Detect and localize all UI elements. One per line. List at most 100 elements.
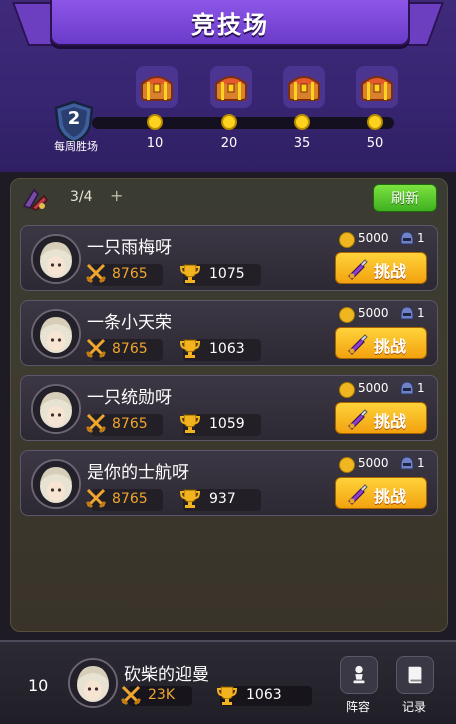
reward-chest-3[interactable] — [283, 66, 325, 108]
milestone-label: 20 — [220, 136, 238, 151]
milestone-label: 10 — [146, 136, 164, 151]
avatar-image — [70, 660, 116, 706]
opponent-card: 一只雨梅呀 8765 1075 5000 1 挑战 — [20, 225, 438, 291]
avatar[interactable] — [31, 384, 81, 434]
challenge-label: 挑战 — [374, 337, 407, 356]
trophy-icon — [179, 489, 201, 508]
player-name: 一条小天荣 — [87, 313, 172, 333]
challenge-cost: 5000 — [358, 381, 389, 395]
challenge-cost: 5000 — [358, 306, 389, 320]
challenge-button[interactable]: 挑战 — [335, 252, 427, 284]
trophy-value: 1063 — [209, 341, 245, 357]
header: 竞技场 10 20 35 50 2 每周胜场 — [0, 0, 456, 172]
avatar-image — [33, 386, 79, 432]
player-name: 一只雨梅呀 — [87, 238, 172, 258]
opponent-count: 1 — [417, 381, 425, 395]
opponent-card: 一只统勋呀 8765 1059 5000 1 挑战 — [20, 375, 438, 441]
coin-icon — [339, 307, 355, 323]
chest-icon — [215, 76, 247, 101]
milestone-label: 50 — [366, 136, 384, 151]
trophy-value: 937 — [209, 491, 236, 507]
power-value: 8765 — [112, 341, 148, 357]
player-name: 是你的士航呀 — [87, 463, 189, 483]
book-icon — [408, 666, 422, 684]
ticket-icon — [22, 188, 49, 211]
power-value: 8765 — [112, 266, 148, 282]
sword-icon — [348, 484, 368, 505]
my-power: 23K — [148, 687, 175, 703]
reward-chest-4[interactable] — [356, 66, 398, 108]
coin-icon — [339, 457, 355, 473]
trophy-value: 1059 — [209, 416, 245, 432]
crossed-swords-icon — [120, 685, 142, 706]
reward-chest-1[interactable] — [136, 66, 178, 108]
crossed-swords-icon — [85, 488, 107, 509]
challenge-button[interactable]: 挑战 — [335, 477, 427, 509]
milestone-label: 35 — [293, 136, 311, 151]
avatar-image — [33, 236, 79, 282]
my-name: 砍柴的迎曼 — [124, 665, 209, 685]
opponent-count: 1 — [417, 306, 425, 320]
opponent-card: 一条小天荣 8765 1063 5000 1 挑战 — [20, 300, 438, 366]
chest-icon — [361, 76, 393, 101]
avatar[interactable] — [31, 309, 81, 359]
helmet-icon — [400, 306, 414, 320]
record-button[interactable] — [396, 656, 434, 694]
sword-icon — [348, 334, 368, 355]
avatar[interactable] — [31, 234, 81, 284]
trophy-icon — [179, 264, 201, 283]
power-value: 8765 — [112, 416, 148, 432]
crossed-swords-icon — [85, 338, 107, 359]
helmet-icon — [400, 381, 414, 395]
challenge-button[interactable]: 挑战 — [335, 402, 427, 434]
my-rank: 10 — [28, 676, 49, 695]
coin-icon — [339, 232, 355, 248]
challenge-cost: 5000 — [358, 456, 389, 470]
trophy-icon — [179, 414, 201, 433]
chest-icon — [288, 76, 320, 101]
title-banner: 竞技场 — [50, 0, 410, 46]
refresh-button[interactable]: 刷新 — [373, 184, 437, 212]
lineup-label: 阵容 — [346, 700, 371, 714]
reward-chest-2[interactable] — [210, 66, 252, 108]
page-title: 竞技场 — [191, 10, 269, 39]
helmet-icon — [400, 456, 414, 470]
milestone-dot — [367, 114, 383, 130]
trophy-icon — [216, 686, 238, 705]
challenge-cost: 5000 — [358, 231, 389, 245]
sword-icon — [348, 409, 368, 430]
chest-icon — [141, 76, 173, 101]
add-ticket-button[interactable]: + — [110, 186, 123, 205]
weekly-progress-track — [92, 117, 394, 129]
challenge-label: 挑战 — [374, 262, 407, 281]
challenge-label: 挑战 — [374, 412, 407, 431]
milestone-dot — [221, 114, 237, 130]
power-value: 8765 — [112, 491, 148, 507]
my-avatar[interactable] — [68, 658, 118, 708]
opponent-card: 是你的士航呀 8765 937 5000 1 挑战 — [20, 450, 438, 516]
crossed-swords-icon — [85, 413, 107, 434]
helmet-icon — [400, 231, 414, 245]
crossed-swords-icon — [85, 263, 107, 284]
opponent-count: 1 — [417, 231, 425, 245]
player-name: 一只统勋呀 — [87, 388, 172, 408]
opponent-count: 1 — [417, 456, 425, 470]
trophy-icon — [179, 339, 201, 358]
coin-icon — [339, 382, 355, 398]
trophy-value: 1075 — [209, 266, 245, 282]
chess-pawn-icon — [353, 665, 365, 684]
challenge-label: 挑战 — [374, 487, 407, 506]
avatar[interactable] — [31, 459, 81, 509]
weekly-wins-count: 2 — [67, 108, 81, 129]
milestone-dot — [294, 114, 310, 130]
lineup-button[interactable] — [340, 656, 378, 694]
sword-icon — [348, 259, 368, 280]
ticket-count: 3/4 — [70, 189, 93, 205]
challenge-button[interactable]: 挑战 — [335, 327, 427, 359]
milestone-dot — [147, 114, 163, 130]
record-label: 记录 — [402, 700, 427, 714]
avatar-image — [33, 311, 79, 357]
my-trophies: 1063 — [246, 687, 282, 703]
avatar-image — [33, 461, 79, 507]
weekly-wins-label: 每周胜场 — [54, 140, 98, 153]
